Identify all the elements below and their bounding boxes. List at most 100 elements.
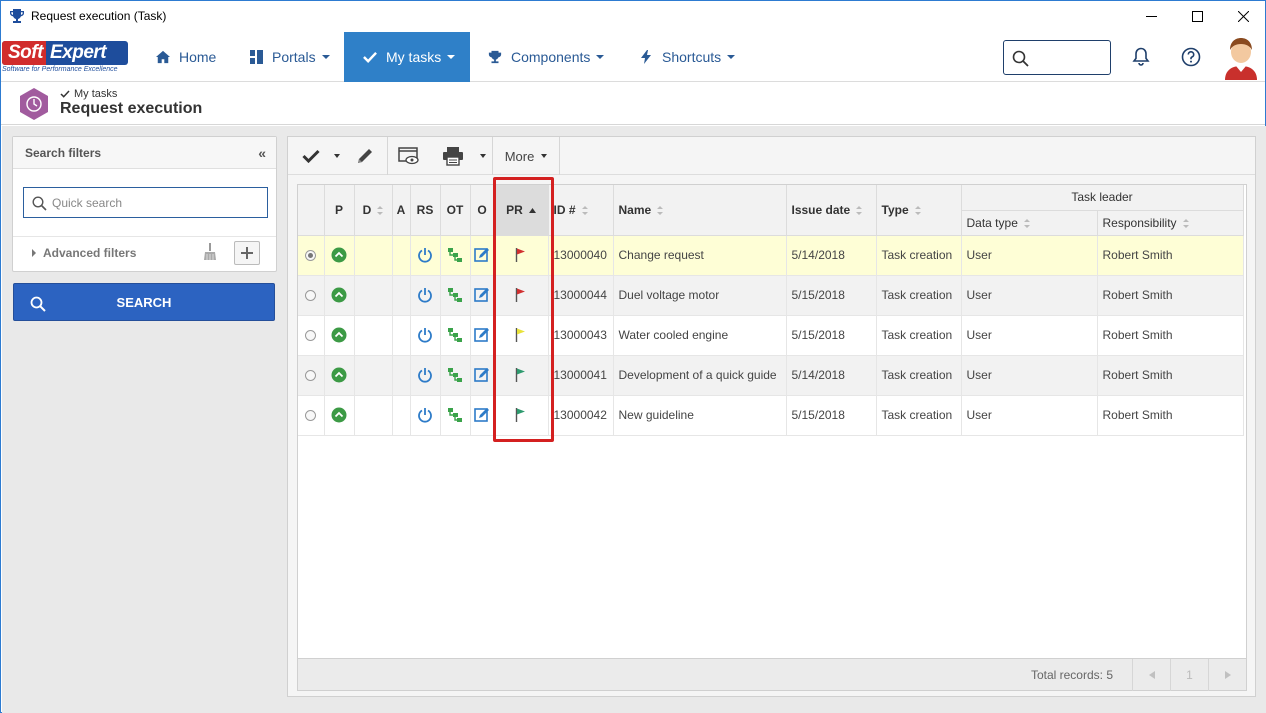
row-select-cell[interactable] <box>298 395 325 436</box>
row-radio[interactable] <box>305 250 317 262</box>
power-icon[interactable] <box>417 247 433 263</box>
table-row[interactable]: 13000043 Water cooled engine 5/15/2018 Task… <box>298 315 1244 356</box>
global-search-input[interactable] <box>1003 40 1111 75</box>
workflow-icon[interactable] <box>447 327 463 342</box>
issue-date-cell: 5/15/2018 <box>786 275 877 316</box>
edit-form-icon[interactable] <box>474 247 490 262</box>
issue-date-cell: 5/14/2018 <box>786 355 877 396</box>
search-icon <box>32 196 47 211</box>
nav-my-tasks[interactable]: My tasks <box>344 32 470 82</box>
next-page-button[interactable] <box>1208 659 1246 691</box>
responsibility-cell: Robert Smith <box>1097 235 1244 276</box>
maximize-button[interactable] <box>1174 1 1220 32</box>
print-button[interactable] <box>438 137 468 175</box>
clear-filters-icon[interactable] <box>204 243 216 261</box>
workflow-icon[interactable] <box>447 367 463 382</box>
row-radio[interactable] <box>305 410 317 422</box>
col-issue-date[interactable]: Issue date <box>786 185 877 236</box>
chevron-right-icon <box>1224 671 1231 679</box>
table-row[interactable]: 13000040 Change request 5/14/2018 Task crea… <box>298 235 1244 276</box>
sort-icon <box>377 206 384 216</box>
ot-cell <box>440 235 471 276</box>
page-number[interactable]: 1 <box>1170 659 1208 691</box>
power-icon[interactable] <box>417 407 433 423</box>
nav-shortcuts[interactable]: Shortcuts <box>627 32 747 82</box>
power-icon[interactable] <box>417 287 433 303</box>
close-button[interactable] <box>1220 1 1266 32</box>
nav-home[interactable]: Home <box>144 32 228 82</box>
edit-form-icon[interactable] <box>474 327 490 342</box>
filters-title: Search filters <box>25 146 102 160</box>
table-row[interactable]: 13000044 Duel voltage motor 5/15/2018 Task … <box>298 275 1244 316</box>
col-p[interactable]: P <box>324 185 355 236</box>
breadcrumb[interactable]: My tasks <box>60 88 117 100</box>
status-up-icon <box>331 367 347 383</box>
softexpert-logo[interactable]: Soft Expert Software for Performance Exc… <box>2 41 132 75</box>
name-cell: New guideline <box>613 395 787 436</box>
sort-icon <box>914 206 921 216</box>
prev-page-button[interactable] <box>1132 659 1170 691</box>
row-select-cell[interactable] <box>298 315 325 356</box>
col-data-type-label: Data type <box>966 215 1018 230</box>
user-avatar[interactable] <box>1221 34 1261 80</box>
edit-form-icon[interactable] <box>474 367 490 382</box>
col-id[interactable]: ID # <box>548 185 614 236</box>
advanced-filters-label: Advanced filters <box>43 246 137 260</box>
notifications-button[interactable] <box>1129 45 1153 69</box>
row-radio[interactable] <box>305 330 317 342</box>
execute-button[interactable] <box>296 137 326 175</box>
bolt-icon <box>639 50 653 64</box>
col-pr[interactable]: PR <box>494 185 549 236</box>
add-filter-button[interactable] <box>234 241 260 265</box>
row-radio[interactable] <box>305 290 317 302</box>
workflow-icon[interactable] <box>447 287 463 302</box>
col-name[interactable]: Name <box>613 185 787 236</box>
col-data-type[interactable]: Data type <box>961 210 1098 236</box>
nav-components[interactable]: Components <box>476 32 616 82</box>
table-row[interactable]: 13000042 New guideline 5/15/2018 Task creat… <box>298 395 1244 436</box>
tasks-table-body: 13000040 Change request 5/14/2018 Task crea… <box>298 235 1244 436</box>
row-radio[interactable] <box>305 370 317 382</box>
view-button[interactable] <box>394 137 424 175</box>
print-dropdown[interactable] <box>476 137 490 175</box>
edit-form-icon[interactable] <box>474 287 490 302</box>
sort-icon <box>1182 218 1189 228</box>
power-icon[interactable] <box>417 367 433 383</box>
col-a[interactable]: A <box>392 185 411 236</box>
col-type[interactable]: Type <box>876 185 962 236</box>
data-type-cell: User <box>961 395 1098 436</box>
filters-header: Search filters « <box>13 137 276 169</box>
col-o[interactable]: O <box>470 185 495 236</box>
row-select-cell[interactable] <box>298 275 325 316</box>
help-button[interactable] <box>1179 45 1203 69</box>
execute-dropdown[interactable] <box>330 137 344 175</box>
window-title: Request execution (Task) <box>31 9 167 23</box>
workflow-icon[interactable] <box>447 247 463 262</box>
rs-cell <box>410 315 441 356</box>
edit-button[interactable] <box>352 137 378 175</box>
search-button[interactable]: SEARCH <box>13 283 275 321</box>
advanced-filters-toggle[interactable]: Advanced filters <box>32 246 136 260</box>
responsibility-cell: Robert Smith <box>1097 315 1244 356</box>
d-cell <box>354 355 393 396</box>
col-rs[interactable]: RS <box>410 185 441 236</box>
nav-shortcuts-label: Shortcuts <box>662 49 722 65</box>
row-select-cell[interactable] <box>298 355 325 396</box>
col-d[interactable]: D <box>354 185 393 236</box>
power-icon[interactable] <box>417 327 433 343</box>
chevron-down-icon <box>447 55 456 59</box>
col-ot[interactable]: OT <box>440 185 471 236</box>
nav-portals-label: Portals <box>272 49 316 65</box>
workflow-icon[interactable] <box>447 407 463 422</box>
minimize-button[interactable] <box>1128 1 1174 32</box>
more-menu-button[interactable]: More <box>493 137 559 175</box>
edit-form-icon[interactable] <box>474 407 490 422</box>
table-row[interactable]: 13000041 Development of a quick guide 5/14… <box>298 355 1244 396</box>
collapse-icon[interactable]: « <box>258 145 266 161</box>
row-select-cell[interactable] <box>298 235 325 276</box>
nav-portals[interactable]: Portals <box>237 32 342 82</box>
minimize-icon <box>1145 16 1157 17</box>
col-responsibility[interactable]: Responsibility <box>1097 210 1244 236</box>
quick-search-input[interactable] <box>52 193 257 213</box>
quick-search-field[interactable] <box>23 187 268 218</box>
